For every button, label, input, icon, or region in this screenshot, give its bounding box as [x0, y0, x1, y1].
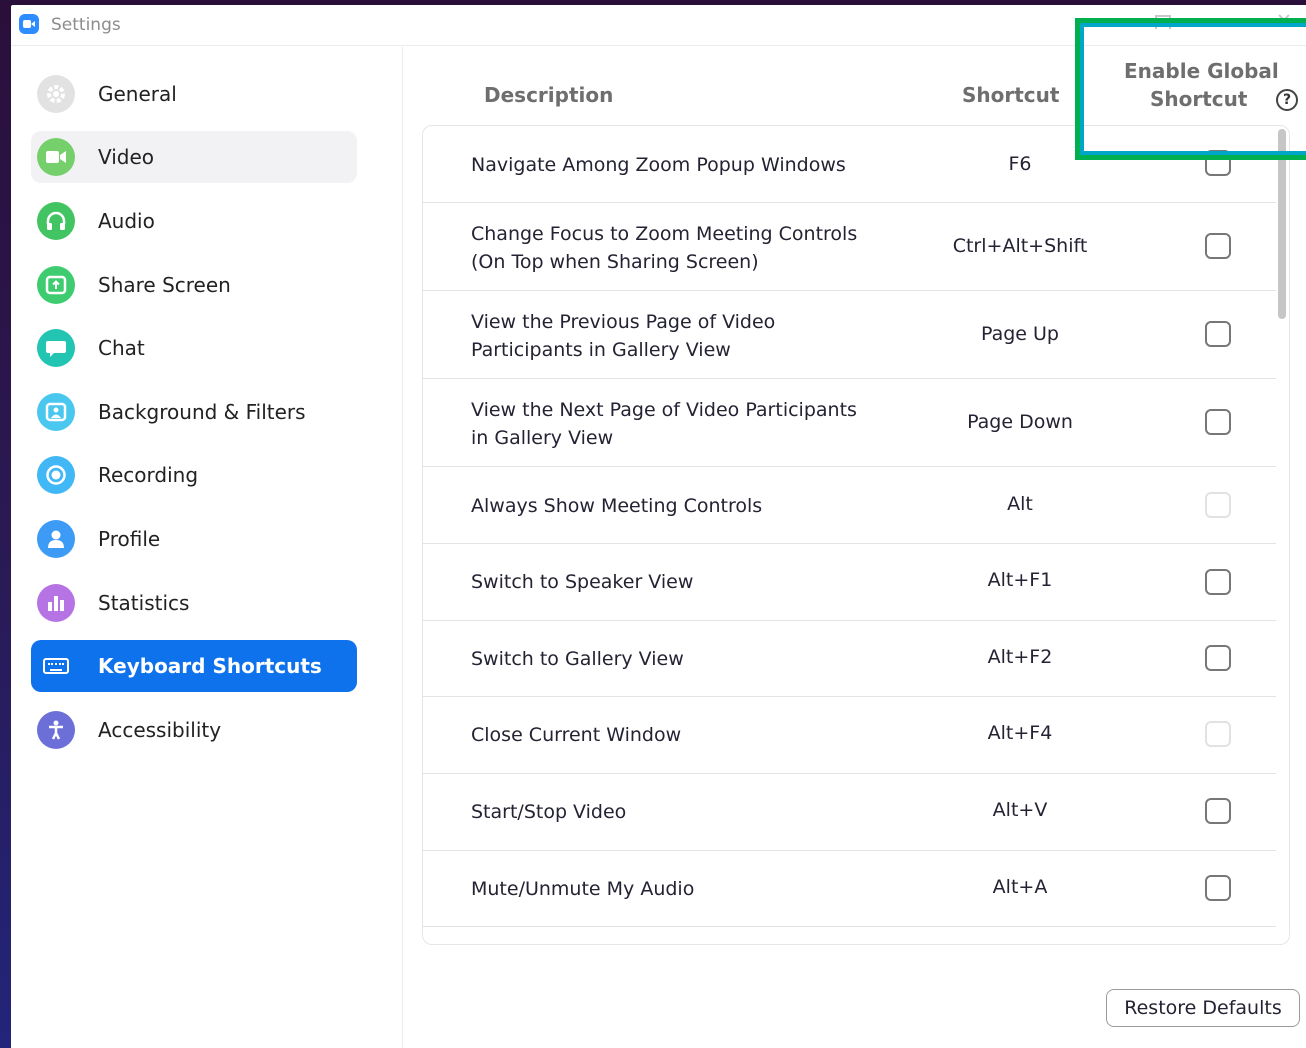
global-shortcut-checkbox[interactable] — [1205, 150, 1231, 176]
chat-bubble-icon — [37, 329, 75, 367]
shortcut-key[interactable]: Alt+F4 — [905, 722, 1135, 744]
global-shortcut-checkbox[interactable] — [1205, 569, 1231, 595]
table-row: Switch to Gallery View Alt+F2 — [423, 621, 1276, 697]
sidebar-item-label: Recording — [98, 463, 199, 487]
global-shortcut-checkbox[interactable] — [1205, 409, 1231, 435]
shortcut-description: View the Next Page of Video Participants… — [471, 399, 857, 449]
shortcut-description: Close Current Window — [471, 724, 682, 746]
sidebar-item-statistics[interactable]: Statistics — [31, 577, 357, 629]
shortcut-key[interactable]: Alt+F2 — [905, 646, 1135, 668]
gear-icon — [37, 75, 75, 113]
close-icon[interactable] — [1273, 13, 1297, 27]
background-person-icon — [37, 393, 75, 431]
shortcut-key[interactable]: Alt+V — [905, 799, 1135, 821]
shortcut-key[interactable]: Page Up — [905, 323, 1135, 345]
sidebar-item-label: Accessibility — [98, 718, 222, 742]
maximize-icon[interactable] — [1151, 13, 1175, 29]
shortcut-key[interactable]: Ctrl+Alt+Shift — [905, 235, 1135, 257]
shortcut-key[interactable]: Alt — [905, 493, 1135, 515]
table-scrollbar[interactable] — [1276, 129, 1286, 941]
settings-sidebar: General Video Audio Share Screen Chat Ba… — [11, 47, 403, 1048]
sidebar-item-label: Audio — [98, 209, 155, 233]
sidebar-item-audio[interactable]: Audio — [31, 195, 357, 247]
global-shortcut-checkbox[interactable] — [1205, 875, 1231, 901]
sidebar-item-keyboard-shortcuts[interactable]: Keyboard Shortcuts — [31, 640, 357, 692]
sidebar-item-label: Background & Filters — [98, 400, 306, 424]
sidebar-item-label: Statistics — [98, 591, 190, 615]
sidebar-item-label: Video — [98, 145, 155, 169]
shortcuts-table: Navigate Among Zoom Popup Windows F6 Cha… — [422, 125, 1290, 945]
window-title: Settings — [51, 15, 121, 35]
keyboard-shortcuts-panel: Description Shortcut Enable Global Short… — [403, 47, 1306, 1048]
global-shortcut-checkbox-disabled — [1205, 721, 1231, 747]
sidebar-item-label: General — [98, 82, 177, 106]
shortcut-description: Switch to Speaker View — [471, 571, 694, 593]
sidebar-item-label: Profile — [98, 527, 161, 551]
shortcut-description: Switch to Gallery View — [471, 648, 684, 670]
sidebar-item-share-screen[interactable]: Share Screen — [31, 259, 357, 311]
record-icon — [37, 456, 75, 494]
sidebar-item-video[interactable]: Video — [31, 131, 357, 183]
scrollbar-thumb[interactable] — [1278, 129, 1286, 319]
title-bar: Settings — [11, 5, 1306, 46]
shortcut-key[interactable]: Alt+F1 — [905, 569, 1135, 591]
global-shortcut-checkbox[interactable] — [1205, 645, 1231, 671]
table-row: Start/Stop Video Alt+V — [423, 774, 1276, 851]
shortcut-description: Change Focus to Zoom Meeting Controls (O… — [471, 223, 858, 273]
global-shortcut-checkbox[interactable] — [1205, 798, 1231, 824]
profile-icon — [37, 520, 75, 558]
shortcut-column-header: Shortcut — [962, 83, 1060, 107]
video-camera-icon — [37, 138, 75, 176]
settings-window: Settings General Video Audio Share Scree… — [11, 5, 1306, 1048]
restore-defaults-button[interactable]: Restore Defaults — [1106, 989, 1300, 1027]
sidebar-item-profile[interactable]: Profile — [31, 513, 357, 565]
table-row: View the Previous Page of Video Particip… — [423, 291, 1276, 379]
sidebar-item-label: Chat — [98, 336, 145, 360]
bar-chart-icon — [37, 584, 75, 622]
table-row: Close Current Window Alt+F4 — [423, 697, 1276, 774]
shortcut-description: Navigate Among Zoom Popup Windows — [471, 154, 846, 176]
table-row: Always Show Meeting Controls Alt — [423, 467, 1276, 544]
sidebar-item-general[interactable]: General — [31, 68, 357, 120]
sidebar-item-accessibility[interactable]: Accessibility — [31, 704, 357, 756]
global-shortcut-checkbox[interactable] — [1205, 233, 1231, 259]
table-row: Change Focus to Zoom Meeting Controls (O… — [423, 203, 1276, 291]
sidebar-item-label: Share Screen — [98, 273, 231, 297]
accessibility-icon — [37, 711, 75, 749]
shortcut-description: Start/Stop Video — [471, 801, 627, 823]
shortcut-description: Always Show Meeting Controls — [471, 495, 763, 517]
keyboard-icon — [37, 647, 75, 685]
sidebar-item-chat[interactable]: Chat — [31, 322, 357, 374]
headphones-icon — [37, 202, 75, 240]
global-shortcut-header-line2: Shortcut — [1150, 87, 1248, 111]
table-row: Switch to Speaker View Alt+F1 — [423, 544, 1276, 621]
zoom-logo-icon — [19, 14, 39, 34]
global-shortcut-checkbox[interactable] — [1205, 321, 1231, 347]
global-shortcut-header-line1: Enable Global — [1124, 59, 1279, 83]
global-shortcut-checkbox-disabled — [1205, 492, 1231, 518]
sidebar-item-label: Keyboard Shortcuts — [98, 654, 322, 678]
table-row: Mute/Unmute My Audio Alt+A — [423, 851, 1276, 927]
shortcut-description: View the Previous Page of Video Particip… — [471, 311, 776, 361]
help-circle-icon[interactable]: ? — [1276, 89, 1298, 111]
sidebar-item-background-filters[interactable]: Background & Filters — [31, 386, 357, 438]
sidebar-item-recording[interactable]: Recording — [31, 449, 357, 501]
shortcut-key[interactable]: Page Down — [905, 411, 1135, 433]
shortcut-description: Mute/Unmute My Audio — [471, 878, 695, 900]
shortcut-key[interactable]: Alt+A — [905, 876, 1135, 898]
description-column-header: Description — [484, 83, 614, 107]
table-row: View the Next Page of Video Participants… — [423, 379, 1276, 467]
shortcut-key[interactable]: F6 — [905, 153, 1135, 175]
share-screen-icon — [37, 266, 75, 304]
table-row: Navigate Among Zoom Popup Windows F6 — [423, 126, 1276, 203]
